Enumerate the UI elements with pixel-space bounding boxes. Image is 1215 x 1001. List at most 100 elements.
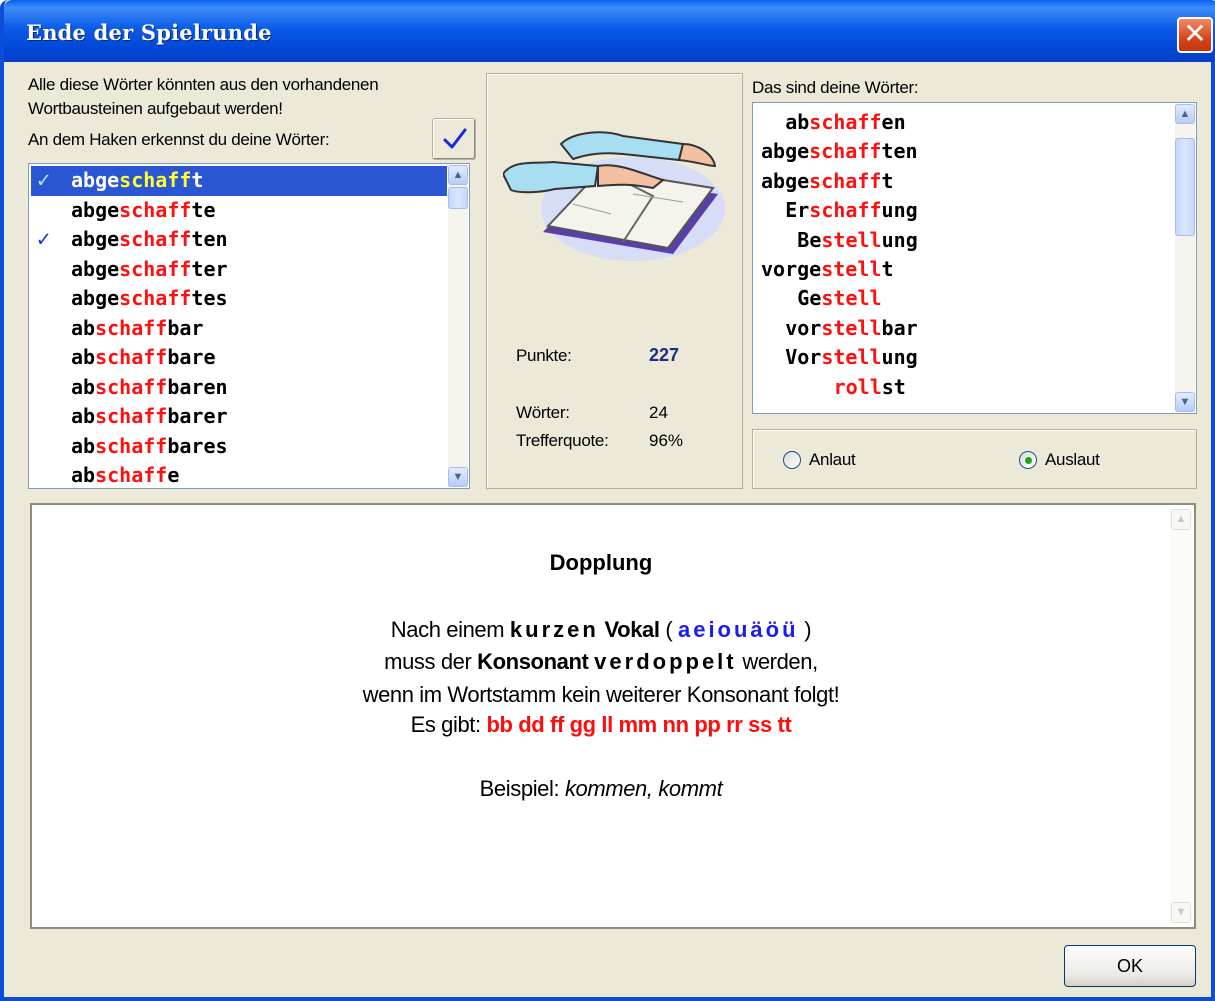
word-list-item[interactable]: abgeschaffter bbox=[31, 255, 447, 285]
word-stem: stell bbox=[821, 256, 882, 281]
scroll-down-button: ▼ bbox=[1171, 902, 1191, 923]
word-suffix: ung bbox=[881, 198, 918, 223]
word-prefix: ab bbox=[785, 110, 810, 134]
word-suffix: t bbox=[881, 168, 894, 193]
word-list-item[interactable]: abschaffbare bbox=[31, 343, 447, 373]
word-list-item[interactable]: abschaffbarer bbox=[31, 402, 447, 432]
word-list-item[interactable]: abgeschafftes bbox=[31, 284, 447, 314]
word-prefix: vorge bbox=[761, 256, 822, 281]
rule-text-part: ) bbox=[798, 617, 812, 642]
word-stem: schaff bbox=[119, 256, 192, 281]
scroll-up-button[interactable]: ▲ bbox=[448, 165, 468, 185]
all-words-scrollbar[interactable]: ▲ ▼ bbox=[448, 165, 468, 487]
word-suffix: t bbox=[191, 168, 204, 192]
title-bar[interactable]: Ende der Spielrunde ✕ bbox=[4, 0, 1215, 62]
all-words-list: ✓ abgeschafft abgeschaffte ✓ abgeschafften ab… bbox=[31, 166, 447, 488]
word-prefix: Vor bbox=[785, 345, 822, 370]
word-list-item[interactable]: abschaffbaren bbox=[31, 373, 447, 403]
example-words: kommen, kommt bbox=[564, 776, 723, 801]
rule-text-part: ( bbox=[659, 617, 678, 642]
hit-rate-value: 96% bbox=[649, 431, 684, 450]
word-prefix: vor bbox=[785, 315, 822, 340]
radio-auslaut-label[interactable]: Auslaut bbox=[1045, 450, 1100, 470]
arrow-up-icon: ▲ bbox=[1175, 513, 1187, 525]
scroll-down-button[interactable]: ▼ bbox=[448, 467, 468, 487]
my-word-item[interactable]: rollst bbox=[761, 373, 1174, 402]
my-word-item[interactable]: vorgestellt bbox=[761, 255, 1174, 284]
word-stem: stell bbox=[821, 227, 882, 252]
word-prefix: ab bbox=[71, 433, 96, 458]
your-words-listbox[interactable]: abschaffen abgeschafften abgeschafft Erscha… bbox=[752, 102, 1197, 414]
my-word-item[interactable]: Vorstellung bbox=[761, 343, 1174, 372]
words-count-label: Wörter: bbox=[516, 403, 570, 422]
reading-book-icon bbox=[503, 131, 725, 261]
rule-text-part: Es gibt: bbox=[410, 712, 487, 737]
your-words-label: Das sind deine Wörter: bbox=[752, 78, 919, 97]
my-word-item[interactable]: abgeschafften bbox=[761, 137, 1174, 166]
rule-vowels: aeiouäöü bbox=[677, 617, 799, 642]
word-stem: schaff bbox=[119, 168, 192, 192]
word-suffix: ter bbox=[191, 256, 228, 281]
example-label: Beispiel: bbox=[479, 776, 565, 801]
word-text: abgeschafft bbox=[71, 166, 203, 195]
word-stem: schaff bbox=[95, 345, 168, 369]
word-text: abgeschafftes bbox=[71, 284, 228, 313]
word-stem: schaff bbox=[809, 139, 882, 164]
arrow-down-icon: ▼ bbox=[1179, 396, 1191, 408]
my-word-item[interactable]: abschaffen bbox=[761, 108, 1174, 137]
word-stem: schaff bbox=[95, 463, 168, 487]
radio-auslaut[interactable] bbox=[1019, 451, 1037, 469]
scroll-thumb[interactable] bbox=[448, 187, 468, 209]
word-suffix: bar bbox=[167, 315, 204, 340]
word-stem: schaff bbox=[95, 433, 168, 458]
rule-text-part: Nach einem bbox=[390, 617, 510, 642]
close-icon: ✕ bbox=[1183, 17, 1207, 50]
my-word-item[interactable]: Gestell bbox=[761, 284, 1174, 313]
word-text: abgeschaffte bbox=[71, 196, 216, 225]
word-text: abschaffbar bbox=[71, 314, 203, 343]
words-count-value: 24 bbox=[649, 403, 668, 422]
word-list-item[interactable]: ✓ abgeschafften bbox=[31, 225, 447, 255]
position-radio-group: Anlaut Auslaut bbox=[752, 429, 1197, 489]
show-my-words-button[interactable] bbox=[432, 118, 476, 160]
word-suffix: e bbox=[167, 463, 180, 487]
scroll-down-button[interactable]: ▼ bbox=[1175, 392, 1195, 412]
word-list-item[interactable]: abgeschaffte bbox=[31, 196, 447, 226]
arrow-up-icon: ▲ bbox=[1179, 108, 1191, 120]
your-words-list: abschaffen abgeschafften abgeschafft Erscha… bbox=[761, 108, 1174, 402]
word-stem: stell bbox=[821, 315, 882, 340]
word-suffix: tes bbox=[191, 286, 228, 310]
word-stem: stell bbox=[821, 345, 882, 370]
my-word-item[interactable]: abgeschafft bbox=[761, 167, 1174, 196]
scroll-thumb[interactable] bbox=[1175, 138, 1195, 236]
word-suffix: bare bbox=[167, 345, 216, 369]
word-stem: schaff bbox=[809, 198, 882, 223]
my-word-item[interactable]: Bestellung bbox=[761, 226, 1174, 255]
your-words-scrollbar[interactable]: ▲ ▼ bbox=[1175, 104, 1195, 412]
word-stem: stell bbox=[821, 286, 882, 311]
radio-anlaut-label[interactable]: Anlaut bbox=[809, 450, 856, 470]
word-prefix: abge bbox=[71, 168, 120, 192]
my-word-item[interactable]: Erschaffung bbox=[761, 196, 1174, 225]
my-word-item[interactable]: vorstellbar bbox=[761, 314, 1174, 343]
word-text: abgeschaffter bbox=[71, 255, 228, 284]
word-list-item[interactable]: abschaffe bbox=[31, 461, 447, 488]
checkmark-icon bbox=[443, 128, 467, 149]
close-button[interactable]: ✕ bbox=[1177, 17, 1213, 53]
radio-anlaut[interactable] bbox=[783, 451, 801, 469]
all-words-listbox[interactable]: ✓ abgeschafft abgeschaffte ✓ abgeschafften ab… bbox=[28, 163, 470, 489]
rule-keyword-kurzen: kurzen bbox=[509, 617, 599, 642]
scroll-up-button[interactable]: ▲ bbox=[1175, 104, 1195, 124]
arrow-down-icon: ▼ bbox=[452, 471, 464, 483]
word-prefix: ab bbox=[71, 404, 96, 428]
word-text: abschaffbares bbox=[71, 432, 228, 461]
ok-button[interactable]: OK bbox=[1064, 945, 1196, 987]
checkmark-icon: ✓ bbox=[37, 168, 51, 193]
word-list-item[interactable]: abschaffbares bbox=[31, 432, 447, 462]
word-list-item[interactable]: ✓ abgeschafft bbox=[31, 166, 447, 196]
word-list-item[interactable]: abschaffbar bbox=[31, 314, 447, 344]
rule-example: Beispiel: kommen, kommt bbox=[32, 776, 1170, 802]
word-text: abgeschafften bbox=[71, 225, 228, 254]
word-text: abschaffbare bbox=[71, 343, 216, 372]
word-prefix: Ge bbox=[797, 286, 822, 311]
